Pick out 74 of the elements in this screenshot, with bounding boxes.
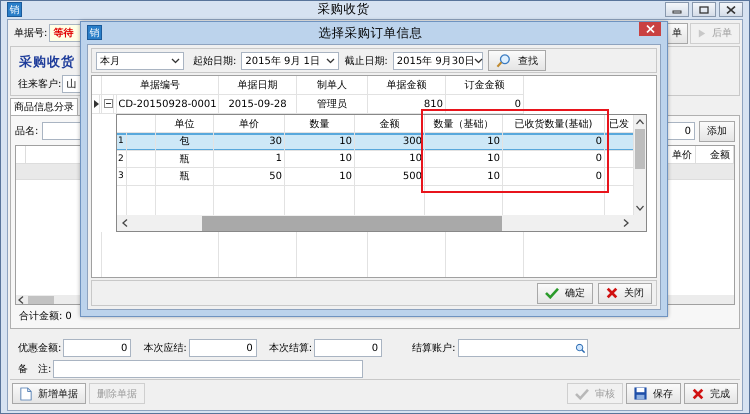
dropdown-caret-icon — [474, 58, 484, 64]
scroll-down-icon[interactable] — [636, 205, 644, 211]
dialog-button[interactable]: 确定 — [537, 282, 593, 304]
close-button[interactable] — [719, 2, 743, 17]
table-cell: 50 — [214, 168, 285, 186]
app-icon: 销 — [87, 25, 102, 40]
dropdown-caret-icon — [171, 58, 180, 64]
table-row[interactable]: 3 瓶 50 10 500 10 0 — [117, 168, 634, 186]
toolbar-button[interactable]: 保存 — [626, 383, 681, 404]
amount-field[interactable]: 0 — [188, 339, 257, 357]
cross-icon — [606, 287, 618, 299]
table-row[interactable]: 2 瓶 1 10 10 10 0 — [117, 150, 634, 168]
maximize-icon — [699, 6, 709, 14]
collapse-icon[interactable] — [104, 94, 114, 114]
search-button[interactable]: 查找 — [488, 50, 546, 71]
account-field[interactable] — [458, 339, 588, 357]
field-label: 单据号: — [14, 26, 48, 40]
close-icon — [646, 25, 654, 33]
column-header: 金额 — [696, 146, 734, 163]
field-label: 起始日期: — [193, 54, 236, 68]
dropdown-caret-icon — [326, 58, 336, 64]
field-label: 往来客户: — [18, 78, 62, 91]
amount-field[interactable]: 0 — [63, 339, 132, 357]
field-label: 备 注: — [18, 362, 52, 376]
add-button[interactable]: 添加 — [699, 120, 735, 142]
column-header: 单据金额 — [368, 76, 446, 95]
column-header: 制单人 — [297, 76, 368, 95]
total-value: 0 — [65, 310, 72, 322]
field-label: 本次结算: — [268, 342, 312, 355]
field-label: 优惠金额: — [18, 342, 62, 355]
scrollbar-thumb[interactable] — [635, 129, 645, 169]
field-label: 本次应结: — [143, 342, 187, 355]
document-icon — [20, 386, 32, 400]
tab[interactable]: 商品信息分录 — [10, 98, 78, 115]
table-cell: 500 — [355, 168, 425, 186]
dialog-title: 选择采购订单信息 — [318, 25, 422, 42]
scrollbar-thumb[interactable] — [202, 216, 502, 230]
scrollbar-thumb[interactable] — [28, 296, 54, 304]
row-number: 3 — [117, 168, 127, 186]
scroll-left-icon[interactable] — [122, 219, 128, 227]
table-cell: 瓶 — [156, 168, 214, 186]
field-label: 品名: — [15, 125, 38, 138]
window-title: 采购收货 — [318, 1, 370, 18]
total-label: 合计金额: — [19, 310, 62, 323]
scroll-left-icon[interactable] — [18, 296, 24, 304]
form-heading: 采购收货 — [19, 54, 75, 71]
checkmark-icon — [545, 287, 559, 299]
column-header: 单据日期 — [219, 76, 297, 95]
period-dropdown[interactable]: 本月 — [96, 52, 184, 70]
start-date-picker[interactable]: 2015年 9月 1日 — [241, 52, 340, 70]
field-label: 结算账户: — [412, 342, 456, 355]
dialog-button[interactable]: 关闭 — [598, 282, 652, 304]
arrow-right-icon — [698, 28, 706, 38]
close-icon — [726, 6, 736, 14]
maximize-button[interactable] — [692, 2, 716, 17]
search-icon[interactable] — [574, 342, 586, 354]
amount-field[interactable]: 0 — [314, 339, 382, 357]
minimize-button[interactable] — [665, 2, 689, 17]
remark-field[interactable] — [53, 360, 364, 378]
table-cell: 10 — [285, 168, 355, 186]
search-icon — [496, 54, 512, 68]
cross-icon — [692, 388, 704, 400]
table-row[interactable]: 1 包 30 10 300 10 0 — [117, 133, 634, 150]
toolbar-button[interactable]: 新增单据 — [12, 383, 86, 404]
field-label: 截止日期: — [344, 54, 388, 68]
column-header: 订金金额 — [446, 76, 524, 95]
scroll-up-icon[interactable] — [636, 119, 644, 125]
close-button[interactable] — [639, 22, 661, 36]
end-date-picker[interactable]: 2015年 9月30日 — [392, 52, 483, 70]
checkmark-icon — [575, 388, 589, 400]
app-icon: 销 — [7, 2, 22, 17]
column-header: 单据编号 — [102, 76, 219, 95]
scroll-right-icon[interactable] — [623, 219, 629, 227]
toolbar-button[interactable]: 完成 — [684, 383, 738, 404]
